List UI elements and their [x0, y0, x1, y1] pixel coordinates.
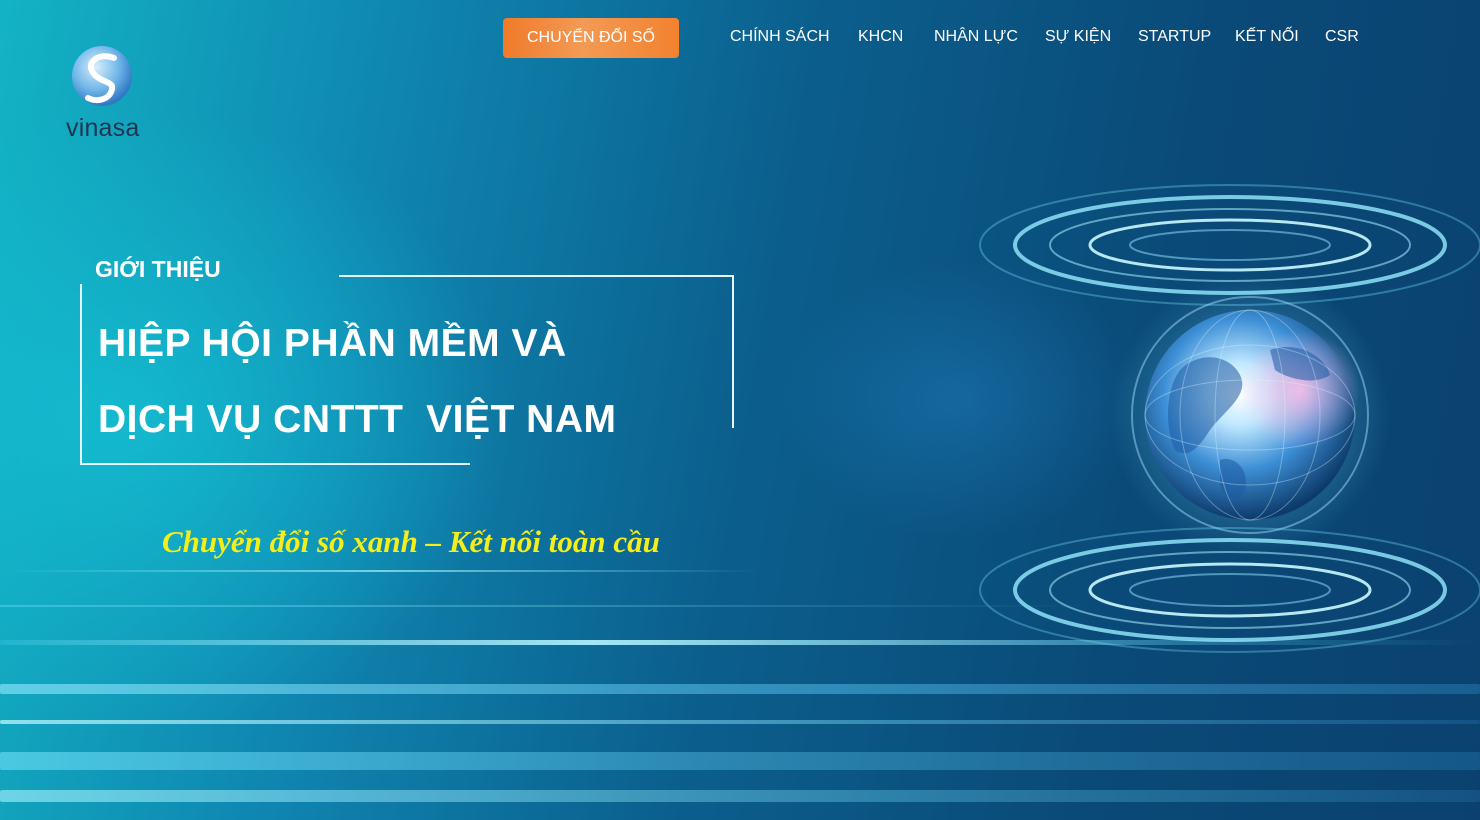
frame-right-border [732, 275, 734, 428]
hero-slogan: Chuyển đổi số xanh – Kết nối toàn cầu [162, 524, 660, 559]
light-streak [0, 684, 1480, 694]
nav-item-khcn[interactable]: KHCN [858, 28, 903, 46]
nav-item-startup[interactable]: STARTUP [1138, 28, 1211, 46]
vinasa-logo-icon [72, 46, 132, 106]
frame-bottom-border [80, 463, 470, 465]
intro-label: GIỚI THIỆU [95, 256, 221, 282]
hero-title-line-2: DỊCH VỤ CNTTT VIỆT NAM [98, 398, 617, 441]
frame-left-border [80, 284, 82, 465]
hero-banner: vinasa CHUYỂN ĐỔI SỐ CHÍNH SÁCH KHCN NHÂ… [0, 0, 1480, 820]
brand-name: vinasa [66, 114, 140, 142]
vinasa-logo[interactable]: vinasa [62, 44, 152, 144]
hero-title-line-1: HIỆP HỘI PHẦN MỀM VÀ [98, 322, 567, 365]
nav-item-human-resources[interactable]: NHÂN LỰC [934, 28, 1018, 46]
nav-item-events[interactable]: SỰ KIỆN [1045, 28, 1111, 46]
globe-illustration [979, 184, 1480, 653]
light-streak [0, 570, 760, 572]
light-streak [0, 720, 1480, 724]
nav-item-csr[interactable]: CSR [1325, 28, 1359, 46]
nav-item-connect[interactable]: KẾT NỐI [1235, 28, 1299, 46]
light-streak [0, 752, 1480, 770]
nav-cta-digital-transformation[interactable]: CHUYỂN ĐỔI SỐ [503, 18, 679, 58]
frame-top-border [339, 275, 734, 277]
light-streak [0, 790, 1480, 802]
nav-item-policy[interactable]: CHÍNH SÁCH [730, 28, 830, 46]
